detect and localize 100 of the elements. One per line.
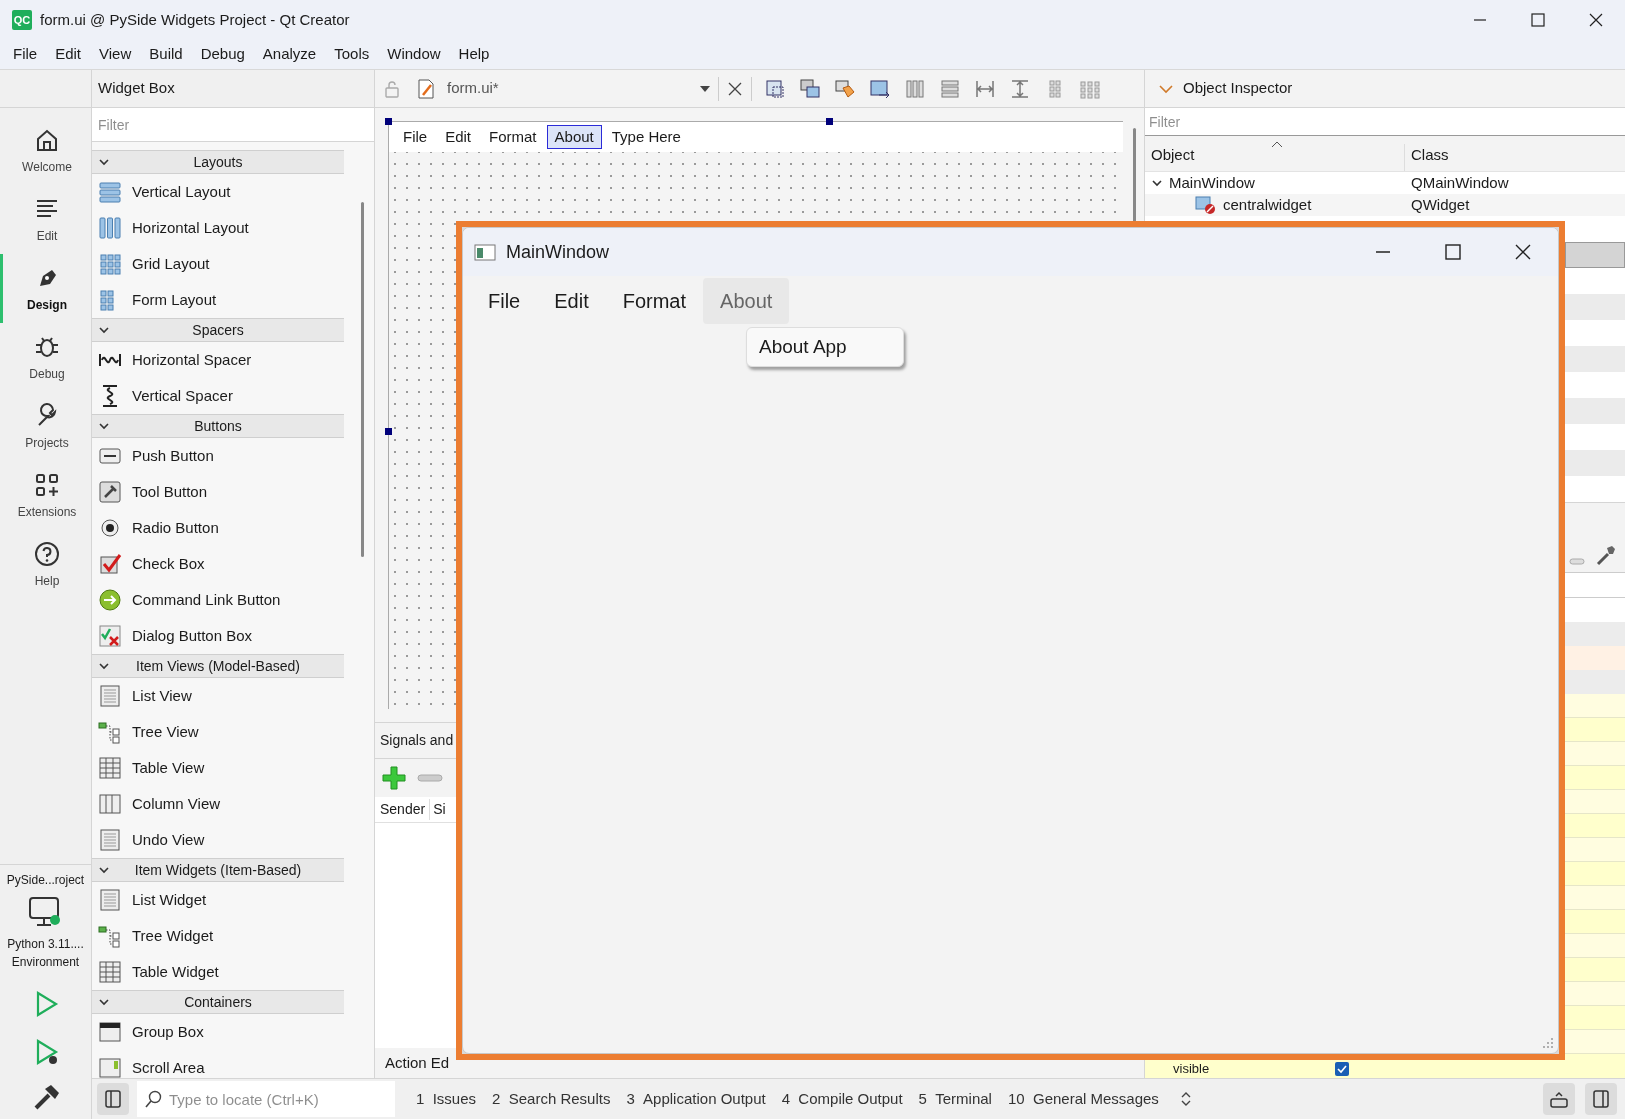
- widget-item[interactable]: Horizontal Layout: [92, 210, 344, 246]
- mode-button[interactable]: Extensions: [0, 461, 91, 530]
- category-header[interactable]: Layouts: [92, 150, 344, 174]
- property-row[interactable]: [1565, 646, 1625, 670]
- wrench-icon[interactable]: [1595, 544, 1617, 566]
- property-row[interactable]: [1565, 742, 1625, 766]
- form-menu-item[interactable]: File: [395, 125, 436, 149]
- resize-grip-icon[interactable]: [1542, 1037, 1554, 1049]
- output-pane-tab[interactable]: 4 Compile Output: [774, 1087, 910, 1111]
- form-menu-item[interactable]: Format: [481, 125, 545, 149]
- widget-item[interactable]: Column View: [92, 786, 344, 822]
- menu-item[interactable]: Edit: [537, 278, 606, 324]
- menu-item[interactable]: View: [90, 43, 141, 66]
- menu-item[interactable]: Build: [140, 43, 192, 66]
- property-row[interactable]: [1565, 862, 1625, 886]
- widget-item[interactable]: Table Widget: [92, 954, 344, 990]
- layout-tool-icon[interactable]: [834, 77, 856, 100]
- widget-item[interactable]: Grid Layout: [92, 246, 344, 282]
- widget-item[interactable]: Table View: [92, 750, 344, 786]
- remove-icon[interactable]: [417, 773, 443, 783]
- widget-item[interactable]: Group Box: [92, 1014, 344, 1050]
- menu-item[interactable]: Tools: [325, 43, 379, 66]
- property-row[interactable]: [1565, 694, 1625, 718]
- up-down-icon[interactable]: [1179, 1091, 1192, 1107]
- menu-item[interactable]: Format: [605, 278, 704, 324]
- layout-tool-icon[interactable]: [904, 77, 926, 100]
- widget-item[interactable]: Dialog Button Box: [92, 618, 344, 654]
- property-row[interactable]: [1565, 718, 1625, 742]
- mode-button[interactable]: Debug: [0, 323, 91, 392]
- property-row[interactable]: [1565, 766, 1625, 790]
- widget-item[interactable]: Tool Button: [92, 474, 344, 510]
- column-header[interactable]: Object: [1145, 143, 1405, 171]
- filter-field[interactable]: Filter: [92, 108, 374, 142]
- column-header[interactable]: Class: [1405, 143, 1455, 171]
- output-pane-tab[interactable]: 3 Application Output: [619, 1087, 773, 1111]
- widget-item[interactable]: Push Button: [92, 438, 344, 474]
- filter-field[interactable]: [1565, 572, 1625, 598]
- column-header[interactable]: Sender: [375, 799, 431, 820]
- property-row[interactable]: [1565, 1030, 1625, 1054]
- close-icon[interactable]: [727, 80, 743, 97]
- column-header[interactable]: Si: [430, 799, 446, 820]
- tree-row[interactable]: [1565, 398, 1625, 424]
- category-header[interactable]: Item Widgets (Item-Based): [92, 858, 344, 882]
- category-header[interactable]: Item Views (Model-Based): [92, 654, 344, 678]
- widget-item[interactable]: Vertical Spacer: [92, 378, 344, 414]
- widget-item[interactable]: List Widget: [92, 882, 344, 918]
- property-row[interactable]: [1565, 670, 1625, 694]
- widget-item[interactable]: Tree View: [92, 714, 344, 750]
- checkbox[interactable]: [1335, 1062, 1349, 1076]
- layout-tool-icon[interactable]: [764, 77, 786, 100]
- layout-tool-icon[interactable]: [799, 77, 821, 100]
- property-row[interactable]: [1565, 622, 1625, 646]
- property-row[interactable]: [1565, 958, 1625, 982]
- property-row[interactable]: [1565, 934, 1625, 958]
- form-menu-item[interactable]: Edit: [437, 125, 480, 149]
- menu-entry[interactable]: About App: [747, 330, 903, 364]
- category-header[interactable]: Containers: [92, 990, 344, 1014]
- menu-item[interactable]: Help: [449, 43, 499, 66]
- tree-row[interactable]: [1565, 294, 1625, 320]
- output-toggle-icon[interactable]: [1543, 1083, 1575, 1115]
- widget-item[interactable]: Form Layout: [92, 282, 344, 318]
- resize-handle[interactable]: [385, 428, 392, 435]
- menu-item[interactable]: Debug: [191, 43, 254, 66]
- right-sidebar-icon[interactable]: [1585, 1083, 1617, 1115]
- category-header[interactable]: Spacers: [92, 318, 344, 342]
- menu-item[interactable]: Window: [378, 43, 450, 66]
- add-icon[interactable]: [381, 765, 407, 791]
- menu-item[interactable]: About: [703, 278, 790, 324]
- resize-handle[interactable]: [385, 118, 392, 125]
- layout-tool-icon[interactable]: [939, 77, 961, 100]
- layout-tool-icon[interactable]: [869, 77, 891, 100]
- widget-item[interactable]: Horizontal Spacer: [92, 342, 344, 378]
- widget-item[interactable]: Vertical Layout: [92, 174, 344, 210]
- category-header[interactable]: Buttons: [92, 414, 344, 438]
- property-row[interactable]: [1565, 1006, 1625, 1030]
- panel-tab[interactable]: Action Ed: [385, 1051, 450, 1078]
- property-row[interactable]: [1565, 886, 1625, 910]
- remove-icon[interactable]: [1569, 558, 1585, 566]
- menu-item[interactable]: File: [4, 43, 47, 66]
- form-menu-item[interactable]: About: [546, 125, 602, 149]
- lock-icon[interactable]: [383, 79, 401, 98]
- menu-item[interactable]: File: [471, 278, 538, 324]
- output-pane-tab[interactable]: 2 Search Results: [485, 1087, 618, 1111]
- output-pane-tab[interactable]: 1 Issues: [409, 1087, 484, 1111]
- output-pane-tab[interactable]: 10 General Messages: [1000, 1087, 1166, 1111]
- mode-button[interactable]: Edit: [0, 185, 91, 254]
- sidebar-toggle-icon[interactable]: [97, 1083, 129, 1115]
- widget-item[interactable]: Radio Button: [92, 510, 344, 546]
- widget-item[interactable]: Check Box: [92, 546, 344, 582]
- menu-item[interactable]: Analyze: [253, 43, 326, 66]
- widget-item[interactable]: Command Link Button: [92, 582, 344, 618]
- widget-item[interactable]: Tree Widget: [92, 918, 344, 954]
- property-row[interactable]: [1565, 982, 1625, 1006]
- mode-button[interactable]: Help: [0, 530, 91, 599]
- property-row[interactable]: [1565, 814, 1625, 838]
- menu-item[interactable]: Edit: [46, 43, 91, 66]
- tree-row[interactable]: centralwidget QWidget: [1145, 194, 1625, 216]
- tree-row[interactable]: [1565, 346, 1625, 372]
- chevron-down-icon[interactable]: [1159, 83, 1173, 94]
- file-selector[interactable]: form.ui*: [445, 77, 710, 100]
